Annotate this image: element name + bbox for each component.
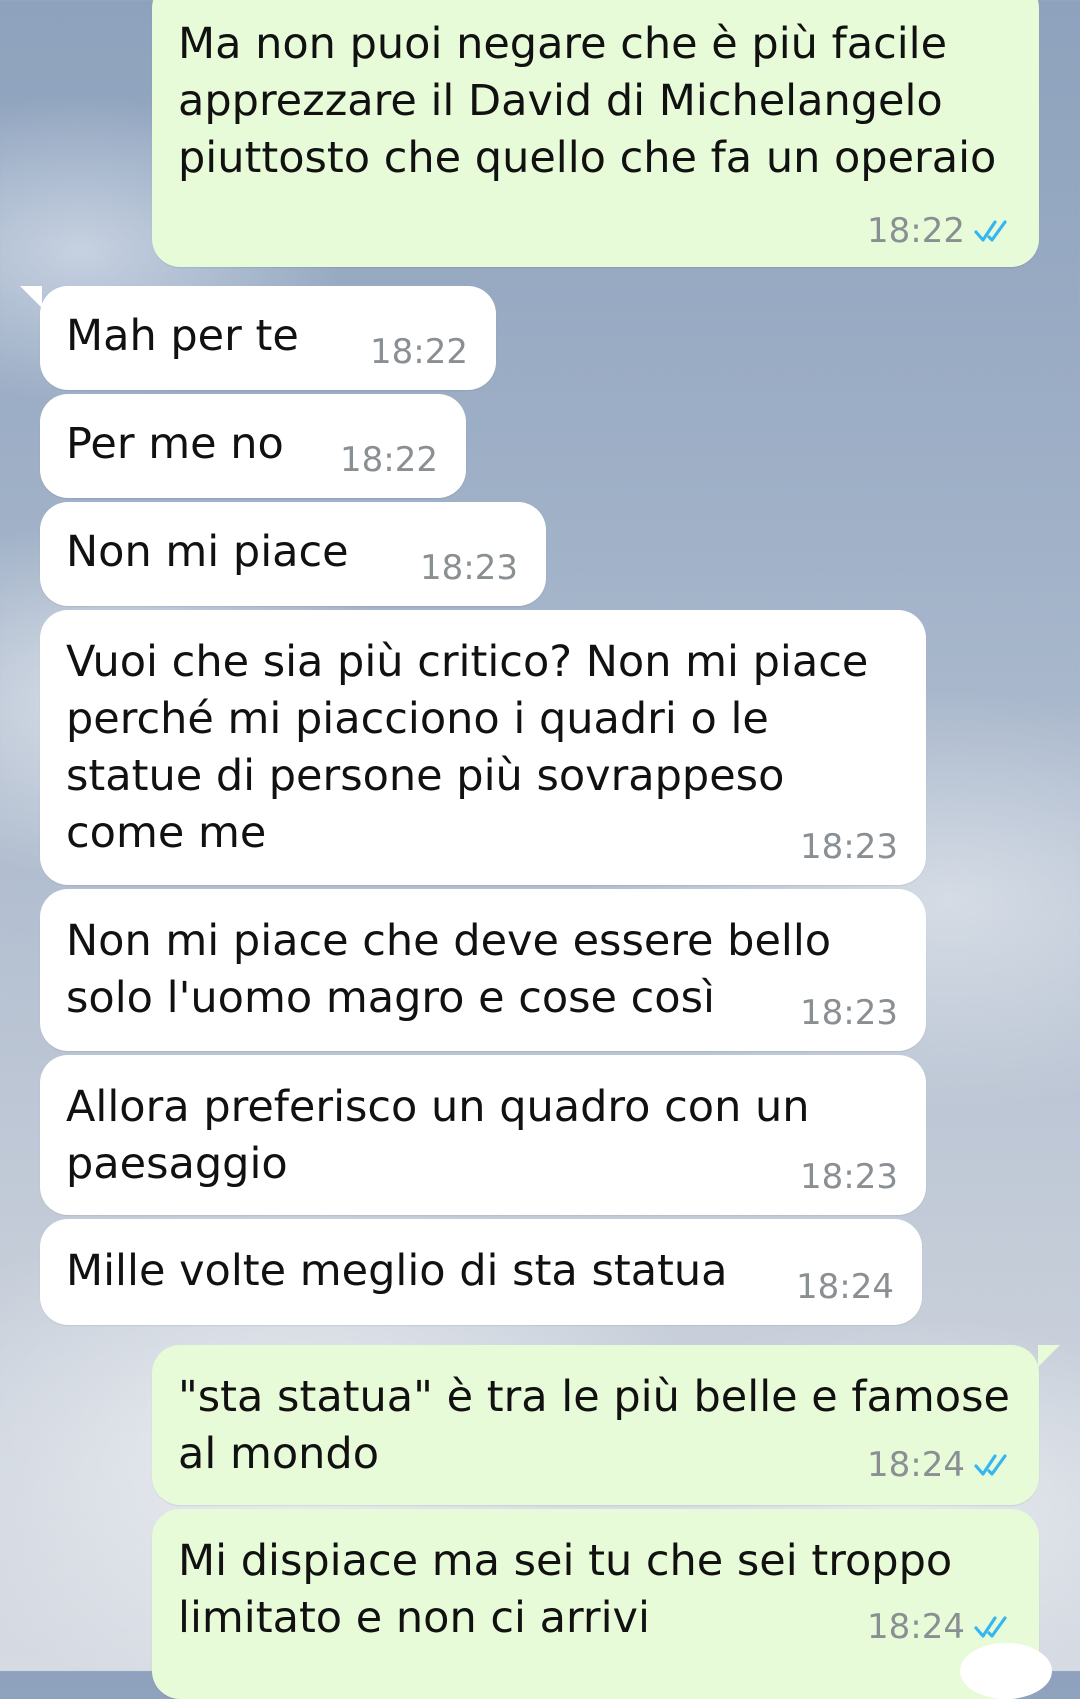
double-check-icon	[974, 1454, 1007, 1476]
message-bubble-outgoing[interactable]: "sta statua" è tra le più belle e famose…	[152, 1345, 1039, 1505]
message-time: 18:24	[867, 1607, 965, 1647]
message-text: Allora preferisco un quadro con un paesa…	[66, 1082, 810, 1189]
message-bubble-incoming[interactable]: Mah per te 18:22	[40, 286, 496, 390]
bubble-tail	[20, 286, 42, 308]
message-time: 18:22	[370, 332, 468, 372]
message-time: 18:23	[800, 993, 898, 1033]
message-text: Mille volte meglio di sta statua	[66, 1246, 728, 1296]
double-check-icon	[974, 220, 1007, 242]
message-bubble-outgoing[interactable]: Ma non puoi negare che è più facile appr…	[152, 0, 1039, 267]
message-time: 18:23	[800, 1157, 898, 1197]
message-bubble-incoming[interactable]: Non mi piace che deve essere bello solo …	[40, 889, 926, 1051]
message-text: Vuoi che sia più critico? Non mi piace p…	[66, 637, 869, 858]
message-time: 18:22	[867, 211, 965, 251]
message-meta: 18:24	[796, 1267, 894, 1307]
double-check-icon	[974, 1616, 1007, 1638]
message-time: 18:24	[867, 1445, 965, 1485]
chat-conversation[interactable]: Ma non puoi negare che è più facile appr…	[0, 0, 1080, 1699]
message-bubble-incoming[interactable]: Per me no 18:22	[40, 394, 466, 498]
message-time: 18:24	[796, 1267, 894, 1307]
message-meta: 18:23	[420, 548, 518, 588]
message-meta: 18:24	[867, 1445, 1013, 1485]
message-bubble-incoming[interactable]: Mille volte meglio di sta statua 18:24	[40, 1219, 922, 1325]
message-meta: 18:22	[340, 440, 438, 480]
message-meta: 18:23	[800, 993, 898, 1033]
message-bubble-incoming[interactable]: Allora preferisco un quadro con un paesa…	[40, 1055, 926, 1215]
message-meta: 18:23	[800, 1157, 898, 1197]
message-time: 18:23	[800, 827, 898, 867]
scroll-to-bottom-button[interactable]	[960, 1643, 1052, 1699]
message-meta: 18:23	[800, 827, 898, 867]
message-bubble-incoming[interactable]: Non mi piace 18:23	[40, 502, 546, 606]
message-meta: 18:22	[370, 332, 468, 372]
bubble-tail	[1038, 1345, 1060, 1367]
message-text: Ma non puoi negare che è più facile appr…	[178, 19, 997, 183]
message-bubble-incoming[interactable]: Vuoi che sia più critico? Non mi piace p…	[40, 610, 926, 885]
message-time: 18:22	[340, 440, 438, 480]
message-meta: 18:24	[867, 1607, 1013, 1647]
message-time: 18:23	[420, 548, 518, 588]
message-meta: 18:22	[867, 211, 1013, 251]
message-text: Non mi piace che deve essere bello solo …	[66, 916, 832, 1023]
